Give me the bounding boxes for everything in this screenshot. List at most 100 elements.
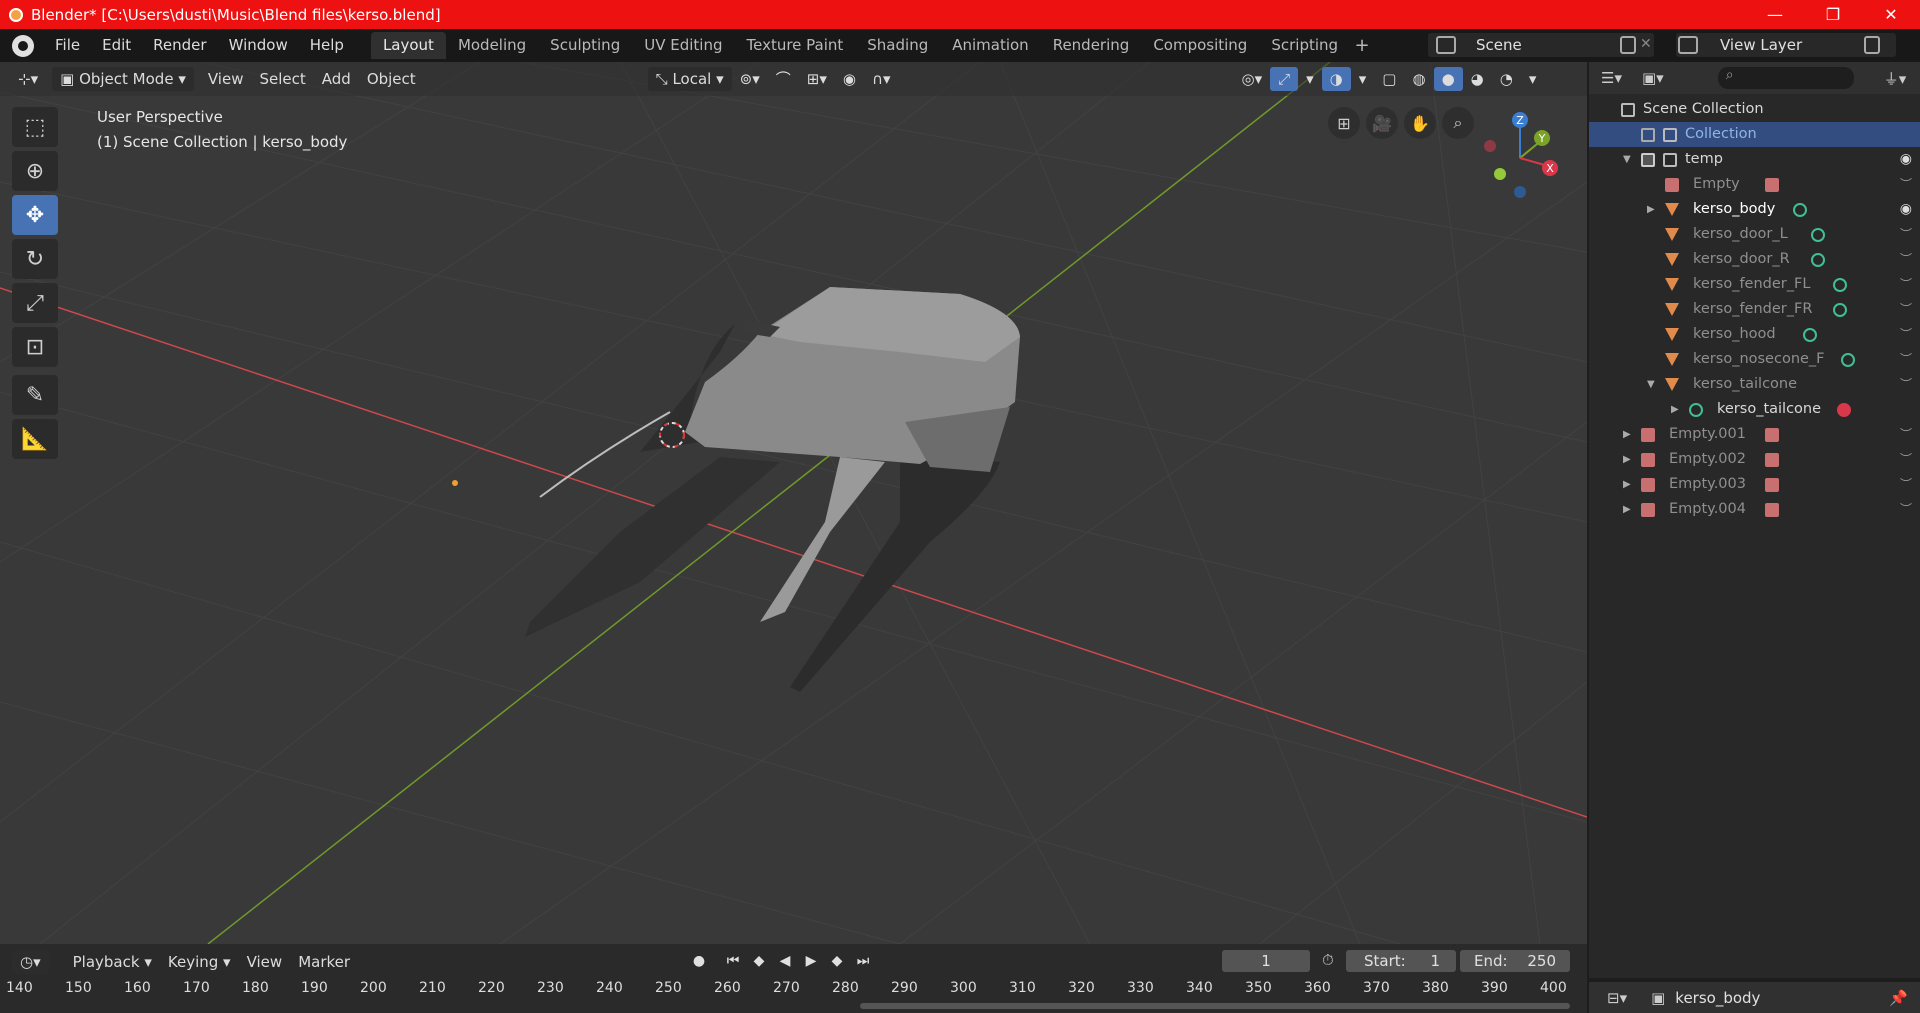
tab-modeling[interactable]: Modeling xyxy=(446,32,538,59)
play-reverse-icon[interactable]: ◀ xyxy=(772,950,798,972)
maximize-button[interactable]: ❐ xyxy=(1804,0,1862,29)
menu-keying[interactable]: Keying ▾ xyxy=(160,950,239,974)
menu-object[interactable]: Object xyxy=(359,67,424,91)
filter-icon[interactable]: ⏚▾ xyxy=(1884,68,1907,89)
measure-tool-icon[interactable]: 📐 xyxy=(12,419,58,459)
eye-icon[interactable]: ◉ xyxy=(1900,147,1912,172)
solid-shading-icon[interactable]: ● xyxy=(1433,67,1463,91)
tab-rendering[interactable]: Rendering xyxy=(1041,32,1142,59)
hidden-eye-icon[interactable]: ︶ xyxy=(1900,472,1912,497)
menu-render[interactable]: Render xyxy=(142,29,217,62)
cursor-tool-icon[interactable]: ⊕ xyxy=(12,151,58,191)
hidden-eye-icon[interactable]: ︶ xyxy=(1900,422,1912,447)
pin-icon[interactable]: 📌 xyxy=(1889,989,1908,1007)
outliner-row-empty-004[interactable]: ▶ Empty.004 ︶ xyxy=(1589,497,1920,522)
play-icon[interactable]: ▶ xyxy=(798,950,824,972)
hidden-eye-icon[interactable]: ︶ xyxy=(1900,172,1912,197)
hidden-eye-icon[interactable]: ︶ xyxy=(1900,322,1912,347)
navigation-gizmo[interactable]: Z Y X xyxy=(1480,112,1580,202)
hidden-eye-icon[interactable]: ︶ xyxy=(1900,222,1912,247)
record-icon[interactable]: ● xyxy=(686,950,712,972)
minimize-button[interactable]: — xyxy=(1746,0,1804,29)
outliner-row-collection[interactable]: Collection xyxy=(1589,122,1920,147)
menu-add[interactable]: Add xyxy=(314,67,359,91)
zoom-icon[interactable]: ⌕ xyxy=(1442,107,1474,139)
outliner-row-temp[interactable]: ▼ temp ◉ xyxy=(1589,147,1920,172)
outliner-row-empty-003[interactable]: ▶ Empty.003 ︶ xyxy=(1589,472,1920,497)
gizmo-neg-y[interactable] xyxy=(1494,168,1506,180)
jump-start-icon[interactable]: ⏮ xyxy=(720,950,746,972)
jump-end-icon[interactable]: ⏭ xyxy=(850,950,876,972)
menu-playback[interactable]: Playback ▾ xyxy=(65,950,160,974)
tab-sculpting[interactable]: Sculpting xyxy=(538,32,632,59)
expand-arrow-icon[interactable]: ▶ xyxy=(1623,497,1631,522)
tab-texture-paint[interactable]: Texture Paint xyxy=(734,32,855,59)
menu-view[interactable]: View xyxy=(200,67,252,91)
gizmo-neg-z[interactable] xyxy=(1514,186,1526,198)
expand-arrow-icon[interactable]: ▶ xyxy=(1623,422,1631,447)
tab-compositing[interactable]: Compositing xyxy=(1141,32,1259,59)
transform-orientation-selector[interactable]: ⤡ Local ▾ xyxy=(647,67,732,91)
menu-select[interactable]: Select xyxy=(251,67,313,91)
outliner-editor-icon[interactable]: ☰▾ xyxy=(1601,69,1622,87)
tab-animation[interactable]: Animation xyxy=(940,32,1040,59)
menu-edit[interactable]: Edit xyxy=(91,29,142,62)
transform-tool-icon[interactable]: ⊡ xyxy=(12,327,58,367)
hidden-eye-icon[interactable]: ︶ xyxy=(1900,297,1912,322)
next-keyframe-icon[interactable]: ◆ xyxy=(824,950,850,972)
hidden-eye-icon[interactable]: ︶ xyxy=(1900,497,1912,522)
timeline-scrollbar[interactable] xyxy=(860,1003,1570,1009)
start-frame-field[interactable]: Start: 1 xyxy=(1346,950,1456,972)
gizmo-toggle-icon[interactable]: ⤢ xyxy=(1270,67,1299,91)
hidden-eye-icon[interactable]: ︶ xyxy=(1900,272,1912,297)
collapse-arrow-icon[interactable]: ▼ xyxy=(1623,147,1631,172)
preview-range-icon[interactable]: ⏱ xyxy=(1322,951,1334,969)
hidden-eye-icon[interactable]: ︶ xyxy=(1900,347,1912,372)
collapse-arrow-icon[interactable]: ▼ xyxy=(1647,372,1655,397)
outliner-row-kerso-fender-fl[interactable]: kerso_fender_FL ︶ xyxy=(1589,272,1920,297)
proportional-edit-icon[interactable]: ◉ xyxy=(835,67,864,91)
expand-arrow-icon[interactable]: ▶ xyxy=(1671,397,1679,422)
tab-uv-editing[interactable]: UV Editing xyxy=(632,32,734,59)
properties-editor-icon[interactable]: ⊟▾ xyxy=(1607,989,1627,1007)
snap-target-icon[interactable]: ⊞▾ xyxy=(799,67,835,91)
timeline-ruler[interactable]: 140 150 160 170 180 190 200 210 220 230 240 250 260 2… xyxy=(0,980,1587,1002)
close-button[interactable]: ✕ xyxy=(1862,0,1920,29)
outliner-row-kerso-door-r[interactable]: kerso_door_R ︶ xyxy=(1589,247,1920,272)
exclude-checkbox[interactable] xyxy=(1641,128,1655,142)
outliner-row-kerso-body[interactable]: ▶ kerso_body ◉ xyxy=(1589,197,1920,222)
empty-origin-dot[interactable] xyxy=(452,480,458,486)
grid-view-icon[interactable]: ⊞ xyxy=(1328,107,1360,139)
overlay-toggle-icon[interactable]: ◑ xyxy=(1321,67,1351,91)
new-scene-icon[interactable] xyxy=(1620,36,1636,54)
tab-layout[interactable]: Layout xyxy=(370,32,446,59)
annotate-tool-icon[interactable]: ✎ xyxy=(12,375,58,415)
tab-shading[interactable]: Shading xyxy=(855,32,940,59)
gizmo-neg-x[interactable] xyxy=(1484,140,1496,152)
scene-selector[interactable]: Scene ✕ xyxy=(1428,33,1654,57)
hidden-eye-icon[interactable]: ︶ xyxy=(1900,372,1912,397)
hidden-eye-icon[interactable]: ︶ xyxy=(1900,247,1912,272)
tab-scripting[interactable]: Scripting xyxy=(1259,32,1350,59)
eye-icon[interactable]: ◉ xyxy=(1900,197,1912,222)
rotate-tool-icon[interactable]: ↻ xyxy=(12,239,58,279)
pivot-point-icon[interactable]: ⊚▾ xyxy=(732,67,768,91)
outliner-row-kerso-tailcone[interactable]: ▼ kerso_tailcone ︶ xyxy=(1589,372,1920,397)
outliner-search-field[interactable]: ⌕ xyxy=(1717,67,1854,89)
menu-window[interactable]: Window xyxy=(218,29,299,62)
scale-tool-icon[interactable]: ⤢ xyxy=(12,283,58,323)
expand-arrow-icon[interactable]: ▶ xyxy=(1647,197,1655,222)
expand-arrow-icon[interactable]: ▶ xyxy=(1623,472,1631,497)
hidden-eye-icon[interactable]: ︶ xyxy=(1900,447,1912,472)
camera-view-icon[interactable]: 🎥 xyxy=(1366,107,1398,139)
material-shading-icon[interactable]: ◕ xyxy=(1463,67,1492,91)
xray-icon[interactable]: ▢ xyxy=(1374,67,1404,91)
outliner-row-kerso-tailcone-mesh[interactable]: ▶ kerso_tailcone xyxy=(1589,397,1920,422)
menu-timeline-view[interactable]: View xyxy=(239,950,291,974)
menu-help[interactable]: Help xyxy=(299,29,355,62)
editor-type-icon[interactable]: ⊹▾ xyxy=(10,67,46,91)
3d-viewport[interactable] xyxy=(0,62,1587,944)
remove-scene-icon[interactable]: ✕ xyxy=(1640,36,1652,52)
mode-selector[interactable]: ▣ Object Mode ▾ xyxy=(52,67,194,91)
snap-icon[interactable]: ⌒ xyxy=(768,67,799,91)
